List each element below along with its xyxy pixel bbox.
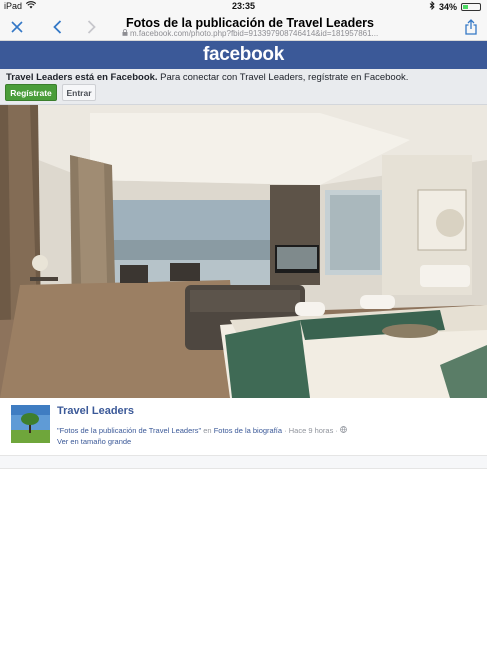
battery-fill <box>463 4 469 9</box>
status-bar: iPad 23:35 34% <box>0 0 487 14</box>
page-avatar[interactable] <box>11 405 50 443</box>
lock-icon <box>122 29 130 38</box>
battery-percent: 34% <box>438 1 457 12</box>
post-meta: "Fotos de la publicación de Travel Leade… <box>57 426 347 435</box>
url-bar[interactable]: m.facebook.com/photo.php?fbid=9133979087… <box>100 29 400 38</box>
post-photo[interactable] <box>0 105 487 398</box>
signup-message: Travel Leaders está en Facebook. Para co… <box>6 72 408 83</box>
register-button[interactable]: Regístrate <box>5 84 57 101</box>
album-link[interactable]: "Fotos de la publicación de Travel Leade… <box>57 426 201 435</box>
page-background <box>0 468 487 650</box>
facebook-logo[interactable]: facebook <box>203 44 284 66</box>
meta-in: en <box>201 426 214 435</box>
signup-message-text: Para conectar con Travel Leaders, regíst… <box>157 72 409 83</box>
photo-caption: Travel Leaders "Fotos de la publicación … <box>0 398 487 456</box>
page-title: Fotos de la publicación de Travel Leader… <box>126 16 374 30</box>
bluetooth-icon <box>429 0 435 12</box>
tree-avatar-icon <box>11 405 50 443</box>
timeline-photos-link[interactable]: Fotos de la biografía <box>214 426 282 435</box>
url-text: m.facebook.com/photo.php?fbid=9133979087… <box>130 29 379 38</box>
clock: 23:35 <box>231 1 256 11</box>
facebook-header: facebook <box>0 41 487 69</box>
share-icon[interactable] <box>461 17 481 37</box>
browser-navbar: Fotos de la publicación de Travel Leader… <box>0 14 487 41</box>
view-full-size-link[interactable]: Ver en tamaño grande <box>57 437 131 446</box>
globe-icon <box>340 426 347 435</box>
login-button[interactable]: Entrar <box>62 84 96 101</box>
forward-icon[interactable] <box>81 17 101 37</box>
back-icon[interactable] <box>47 17 67 37</box>
page-name-link[interactable]: Travel Leaders <box>57 405 134 417</box>
close-icon[interactable] <box>7 17 27 37</box>
signup-banner: Travel Leaders está en Facebook. Para co… <box>0 69 487 105</box>
battery-icon <box>461 2 481 11</box>
bedroom-photo <box>0 105 487 398</box>
post-time: · Hace 9 horas · <box>282 426 341 435</box>
signup-message-bold: Travel Leaders está en Facebook. <box>6 72 158 83</box>
